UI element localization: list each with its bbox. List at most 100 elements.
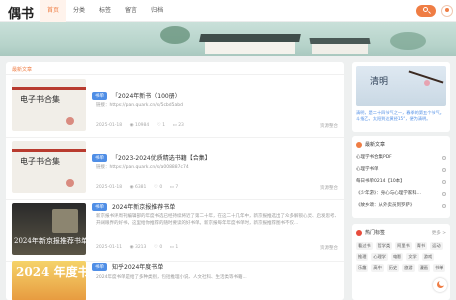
newest-list: 心理学书合集PDF 心理学书单 每日书单0214【10本】 《少年游》：身心与心… [356,154,446,214]
post-thumbnail[interactable]: 2024 年度书单 [12,261,86,300]
main-nav: 首页 分类 标签 留言 归档 [40,0,170,22]
tag-chip[interactable]: 哲学类 [375,242,393,250]
tag-chip[interactable]: 游戏 [421,253,435,261]
post-excerpt: 新京报书评周刊编辑部的年度书选已经持续将近了第二十年，在这二十几年中，新京报推选… [96,214,339,226]
list-item[interactable]: 《故乡颂：从外卖员到罗萨》 [356,202,446,214]
circle-icon [442,156,446,160]
tag-chip[interactable]: 推理 [356,253,369,261]
nav-tags[interactable]: 标签 [92,0,118,22]
circle-icon [442,180,446,184]
card-header: 最新文章 [356,141,385,148]
post-item[interactable]: 2024年新京报推荐书单 书单 2024年新京报推荐书单 新京报书评周刊编辑部的… [6,200,344,262]
category-badge[interactable]: 书单 [92,154,107,162]
list-item[interactable]: 《少年游》：身心与心理学家科... [356,190,446,202]
post-thumbnail[interactable]: 电子书合集 [12,79,86,131]
top-nav-bar: 偶书 首页 分类 标签 留言 归档 [0,0,456,22]
more-link[interactable]: 更多 > [432,230,446,236]
tag-chip[interactable]: 书单 [432,264,446,272]
post-thumbnail[interactable]: 2024年新京报推荐书单 [12,203,86,255]
tag-chip[interactable]: 心理学 [371,253,388,261]
tag-chip[interactable]: 高中 [371,264,384,272]
comment-count: ▭ 7 [169,185,179,190]
tag-chip[interactable]: 旅游 [402,264,415,272]
thumb-text: 电子书合集 [20,95,60,104]
search-button[interactable] [416,5,436,17]
thumb-bar [12,87,86,90]
thumb-text: 2024年新京报推荐书单 [14,237,86,245]
post-item[interactable]: 2024 年度书单 书单 知乎2024年度书单 2024年度书单是给了多种类别，… [6,258,344,300]
card-header: 热门标签 [356,229,385,236]
promo-image[interactable]: 清明 [356,66,446,106]
post-item[interactable]: 电子书合集 书单 「2023-2024优质精选书籍【合集】 链接：https:/… [6,138,344,200]
post-thumbnail[interactable]: 电子书合集 [12,141,86,193]
tag-chip[interactable]: 乐趣 [356,264,369,272]
newest-posts-card: 最新文章 心理学书合集PDF 心理学书单 每日书单0214【10本】 《少年游》… [352,136,450,218]
thumb-seal [66,179,74,187]
tag-chip[interactable]: 青书 [414,242,428,250]
card-title: 最新文章 [365,142,386,148]
tag-chip[interactable]: 运动 [430,242,443,250]
moon-icon [437,280,445,288]
post-meta: 2025-01-18 ◉ 6381 ♡ 0 ▭ 7 [96,185,184,190]
nav-home[interactable]: 首页 [40,0,67,22]
post-meta: 2025-01-18 ◉ 10984 ♡ 1 ▭ 23 [96,123,190,128]
tag-cloud: 看过书 哲学类 阿里书 青书 运动 推理 心理学 电影 文学 游戏 乐趣 高中 … [356,242,446,272]
blossom-decoration [424,80,430,86]
divider [6,74,344,75]
tag-chip[interactable]: 看过书 [356,242,373,250]
thumb-text: 2024 年度书单 [16,265,86,279]
tag-chip[interactable]: 电影 [390,253,404,261]
post-title[interactable]: 「2023-2024优质精选书籍【合集】 [112,153,211,162]
post-date: 2025-01-18 [96,185,123,190]
nav-categories[interactable]: 分类 [66,0,92,22]
banner-wall [205,42,295,54]
like-count: ♡ 1 [156,123,166,128]
post-title[interactable]: 2024年新京报推荐书单 [112,202,175,211]
category-badge[interactable]: 书单 [92,263,107,271]
promo-text: 清明，是二十四节气之一，春季的第五个节气。斗指乙，太阳到达黄经15°，便为清明。 [356,110,444,121]
post-excerpt: 2024年度书单是给了多种类别，包括推理小说、人文社科、生活类等书籍... [96,275,247,280]
thumb-seal [66,117,74,125]
comment-count: ▭ 1 [169,245,179,250]
post-excerpt: 链接：https://pan.quark.cn/s/5cbd5abd [96,103,183,108]
tag-chip[interactable]: 阿里书 [395,242,412,250]
banner-roof [199,34,301,42]
thumb-text: 电子书合集 [20,157,60,166]
view-count: ◉ 6381 [129,185,147,190]
post-source[interactable]: 资源整合 [320,123,338,129]
list-item[interactable]: 心理学书合集PDF [356,154,446,166]
tag-chip[interactable]: 文学 [406,253,419,261]
promo-card[interactable]: 清明 清明，是二十四节气之一，春季的第五个节气。斗指乙，太阳到达黄经15°，便为… [352,62,450,132]
post-title[interactable]: 知乎2024年度书单 [112,262,163,271]
post-meta: 2025-01-11 ◉ 3213 ♡ 0 ▭ 1 [96,245,184,250]
post-date: 2025-01-11 [96,245,123,250]
post-excerpt: 链接：https://pan.quark.cn/s/a008887c74 [96,165,189,170]
card-title: 热门标签 [365,230,386,236]
category-badge[interactable]: 书单 [92,92,107,100]
nav-archive[interactable]: 归档 [144,0,170,22]
site-logo[interactable]: 偶书 [8,3,34,22]
banner-wall-2 [312,44,368,54]
section-title: 最新文章 [12,67,33,73]
circle-icon [442,192,446,196]
nav-guestbook[interactable]: 留言 [118,0,144,22]
post-source[interactable]: 资源整合 [320,245,338,251]
list-item[interactable]: 心理学书单 [356,166,446,178]
banner-tree [160,26,190,44]
thumb-photo [52,209,78,233]
like-count: ♡ 0 [153,185,163,190]
banner-tree-2 [390,32,426,50]
circle-icon [442,168,446,172]
promo-image-word: 清明 [370,77,389,87]
post-item[interactable]: 电子书合集 书单 「2024年新书（100册） 链接：https://pan.q… [6,76,344,138]
category-badge[interactable]: 书单 [92,203,107,211]
theme-toggle-button[interactable] [433,278,447,292]
tag-chip[interactable]: 漫画 [417,264,430,272]
tag-chip[interactable]: 历史 [386,264,400,272]
circle-icon [442,204,446,208]
search-icon [423,7,428,12]
user-icon[interactable] [441,5,453,17]
list-item[interactable]: 每日书单0214【10本】 [356,178,446,190]
post-source[interactable]: 资源整合 [320,185,338,191]
post-title[interactable]: 「2024年新书（100册） [112,91,181,100]
